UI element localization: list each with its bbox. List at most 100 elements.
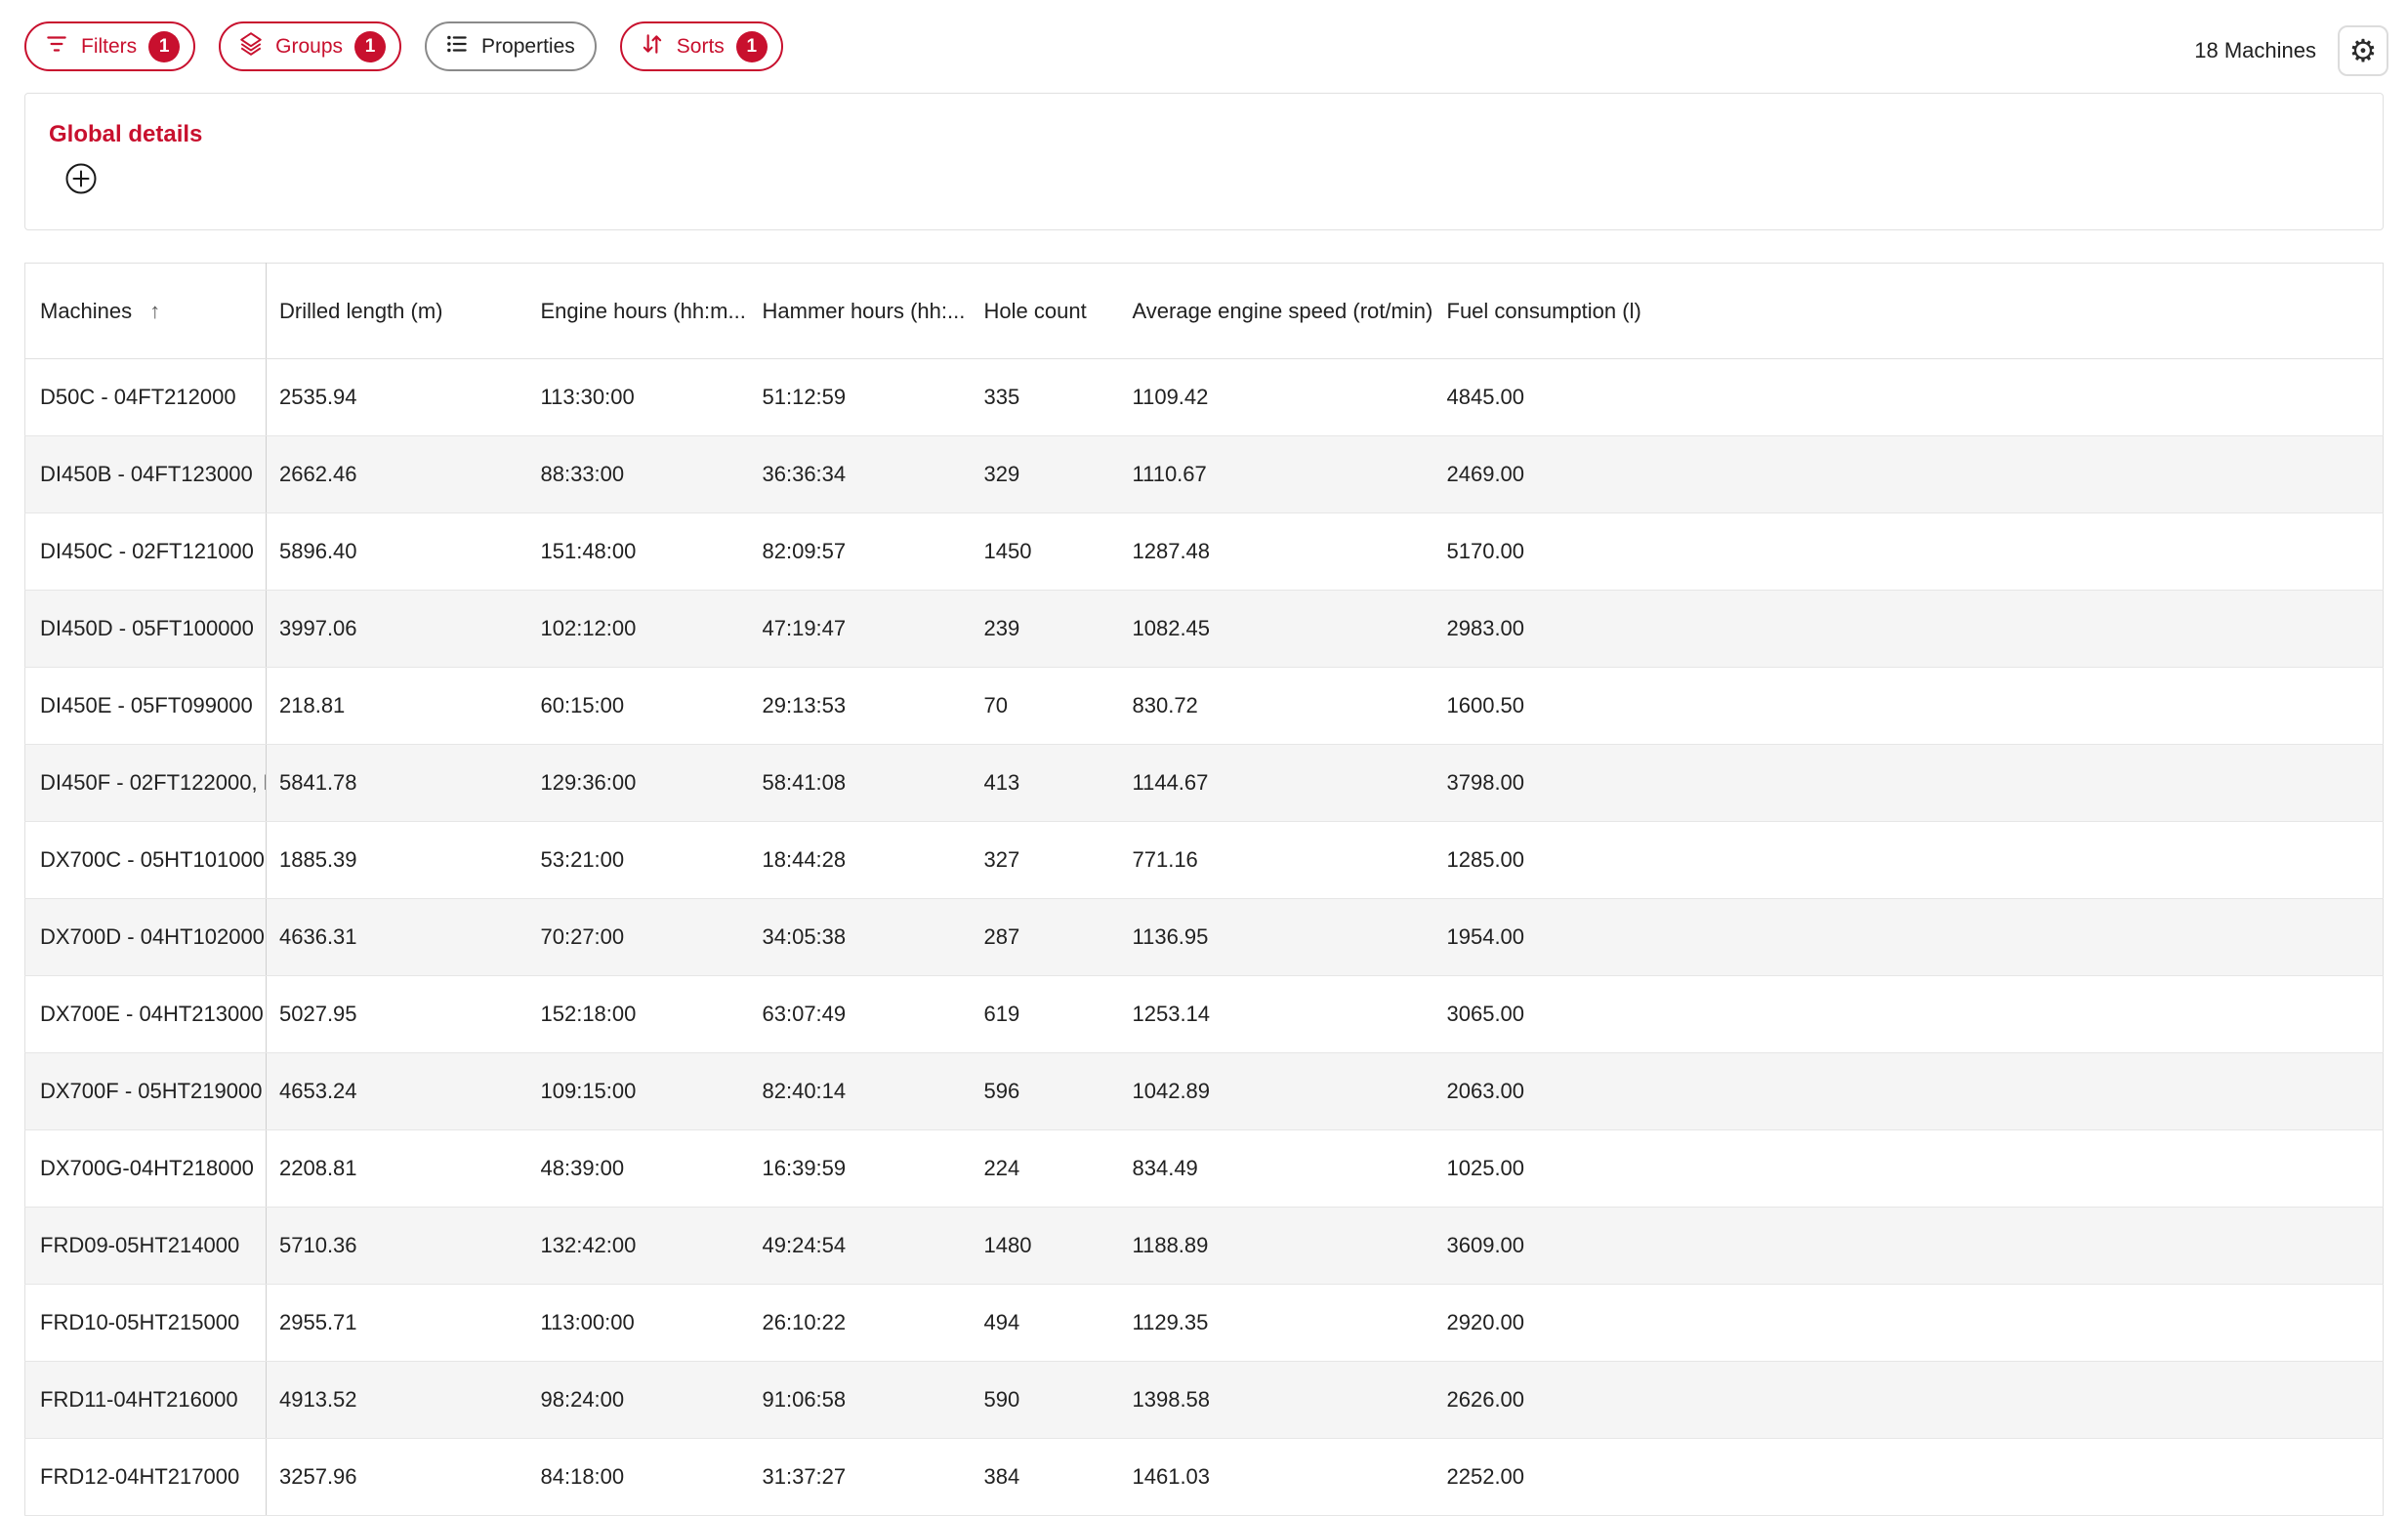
hole-count-cell: 384 [972,1439,1120,1516]
machine-name-cell: FRD09-05HT214000 [25,1208,267,1285]
engine-hours-cell: 129:36:00 [528,745,750,822]
drilled-length-cell: 2208.81 [267,1130,528,1208]
table-row[interactable]: DX700E - 04HT2130005027.95152:18:0063:07… [25,976,2384,1053]
drilled-length-cell: 4913.52 [267,1362,528,1439]
engine-hours-cell: 109:15:00 [528,1053,750,1130]
avg-engine-speed-cell: 1253.14 [1120,976,1434,1053]
filters-label: Filters [81,35,137,59]
drilled-length-cell: 4636.31 [267,899,528,976]
properties-button[interactable]: Properties [425,21,597,71]
table-row[interactable]: FRD09-05HT2140005710.36132:42:0049:24:54… [25,1208,2384,1285]
drilled-length-cell: 3997.06 [267,591,528,668]
sort-asc-icon: ↑ [149,299,160,323]
hammer-hours-cell: 16:39:59 [750,1130,972,1208]
hammer-hours-cell: 58:41:08 [750,745,972,822]
hammer-hours-cell: 34:05:38 [750,899,972,976]
engine-hours-cell: 88:33:00 [528,436,750,513]
drilled-length-cell: 4653.24 [267,1053,528,1130]
fuel-consumption-cell: 2469.00 [1434,436,2384,513]
avg-engine-speed-cell: 1398.58 [1120,1362,1434,1439]
avg-engine-speed-cell: 1287.48 [1120,513,1434,591]
add-detail-button[interactable] [64,162,98,195]
hammer-hours-cell: 49:24:54 [750,1208,972,1285]
machine-name-cell: FRD11-04HT216000 [25,1362,267,1439]
hammer-hours-cell: 36:36:34 [750,436,972,513]
column-header-hammer-hours[interactable]: Hammer hours (hh:... [750,264,972,359]
filters-button[interactable]: Filters 1 [24,21,195,71]
fuel-consumption-cell: 3798.00 [1434,745,2384,822]
table-row[interactable]: DX700G-04HT2180002208.8148:39:0016:39:59… [25,1130,2384,1208]
settings-button[interactable]: ⚙ [2338,25,2388,76]
column-header-drilled-length[interactable]: Drilled length (m) [267,264,528,359]
engine-hours-cell: 53:21:00 [528,822,750,899]
hole-count-cell: 327 [972,822,1120,899]
hole-count-cell: 596 [972,1053,1120,1130]
hole-count-cell: 494 [972,1285,1120,1362]
avg-engine-speed-cell: 1461.03 [1120,1439,1434,1516]
table-row[interactable]: DX700C - 05HT1010001885.3953:21:0018:44:… [25,822,2384,899]
table-row[interactable]: DX700D - 04HT1020004636.3170:27:0034:05:… [25,899,2384,976]
machine-name-cell: DI450E - 05FT099000 [25,668,267,745]
hammer-hours-cell: 31:37:27 [750,1439,972,1516]
avg-engine-speed-cell: 1144.67 [1120,745,1434,822]
hole-count-cell: 329 [972,436,1120,513]
column-header-machines[interactable]: Machines ↑ [25,264,267,359]
avg-engine-speed-cell: 1110.67 [1120,436,1434,513]
sort-icon [640,31,665,62]
drilled-length-cell: 1885.39 [267,822,528,899]
avg-engine-speed-cell: 1109.42 [1120,359,1434,436]
groups-button[interactable]: Groups 1 [219,21,401,71]
column-header-avg-engine-speed[interactable]: Average engine speed (rot/min) [1120,264,1434,359]
toolbar: Filters 1 Groups 1 Properties [0,0,2408,76]
hammer-hours-cell: 51:12:59 [750,359,972,436]
table-row[interactable]: DI450E - 05FT099000218.8160:15:0029:13:5… [25,668,2384,745]
fuel-consumption-cell: 5170.00 [1434,513,2384,591]
engine-hours-cell: 48:39:00 [528,1130,750,1208]
table-row[interactable]: DI450F - 02FT122000, D5841.78129:36:0058… [25,745,2384,822]
column-header-hole-count[interactable]: Hole count [972,264,1120,359]
hole-count-cell: 70 [972,668,1120,745]
table-row[interactable]: DI450B - 04FT1230002662.4688:33:0036:36:… [25,436,2384,513]
hammer-hours-cell: 26:10:22 [750,1285,972,1362]
engine-hours-cell: 70:27:00 [528,899,750,976]
column-header-fuel-consumption[interactable]: Fuel consumption (l) [1434,264,2384,359]
avg-engine-speed-cell: 830.72 [1120,668,1434,745]
properties-label: Properties [481,35,575,59]
fuel-consumption-cell: 4845.00 [1434,359,2384,436]
hole-count-cell: 619 [972,976,1120,1053]
hole-count-cell: 335 [972,359,1120,436]
hole-count-cell: 239 [972,591,1120,668]
machine-name-cell: FRD10-05HT215000 [25,1285,267,1362]
drilled-length-cell: 218.81 [267,668,528,745]
engine-hours-cell: 113:30:00 [528,359,750,436]
avg-engine-speed-cell: 771.16 [1120,822,1434,899]
drilled-length-cell: 2535.94 [267,359,528,436]
toolbar-pills: Filters 1 Groups 1 Properties [24,21,783,71]
avg-engine-speed-cell: 1188.89 [1120,1208,1434,1285]
filters-count-badge: 1 [148,31,180,62]
sorts-button[interactable]: Sorts 1 [620,21,783,71]
hammer-hours-cell: 91:06:58 [750,1362,972,1439]
table-row[interactable]: FRD11-04HT2160004913.5298:24:0091:06:585… [25,1362,2384,1439]
engine-hours-cell: 60:15:00 [528,668,750,745]
engine-hours-cell: 98:24:00 [528,1362,750,1439]
column-label: Machines [40,299,132,323]
machine-name-cell: DX700D - 04HT102000 [25,899,267,976]
table-row[interactable]: D50C - 04FT2120002535.94113:30:0051:12:5… [25,359,2384,436]
machine-name-cell: DX700C - 05HT101000 [25,822,267,899]
plus-circle-icon [64,184,98,198]
groups-label: Groups [275,35,343,59]
fuel-consumption-cell: 1285.00 [1434,822,2384,899]
avg-engine-speed-cell: 1042.89 [1120,1053,1434,1130]
hammer-hours-cell: 18:44:28 [750,822,972,899]
engine-hours-cell: 132:42:00 [528,1208,750,1285]
hammer-hours-cell: 82:40:14 [750,1053,972,1130]
table-row[interactable]: DX700F - 05HT2190004653.24109:15:0082:40… [25,1053,2384,1130]
table-row[interactable]: FRD12-04HT2170003257.9684:18:0031:37:273… [25,1439,2384,1516]
table-row[interactable]: FRD10-05HT2150002955.71113:00:0026:10:22… [25,1285,2384,1362]
table-row[interactable]: DI450C - 02FT1210005896.40151:48:0082:09… [25,513,2384,591]
table-row[interactable]: DI450D - 05FT1000003997.06102:12:0047:19… [25,591,2384,668]
column-header-engine-hours[interactable]: Engine hours (hh:m... [528,264,750,359]
hammer-hours-cell: 29:13:53 [750,668,972,745]
drilled-length-cell: 5027.95 [267,976,528,1053]
